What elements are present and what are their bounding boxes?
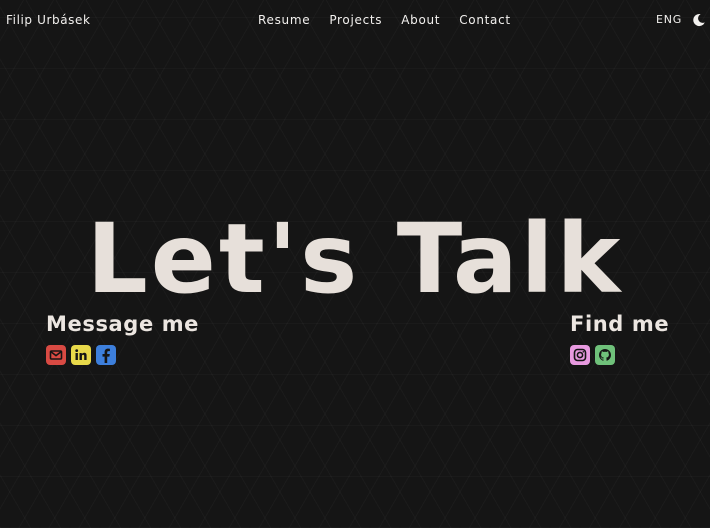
linkedin-button[interactable] [71,345,91,365]
nav-link-projects[interactable]: Projects [329,13,382,27]
linkedin-icon [75,349,87,360]
facebook-button[interactable] [96,345,116,365]
message-me-title: Message me [46,312,200,336]
brand-name[interactable]: Filip Urbásek [6,13,91,27]
language-switch[interactable]: ENG [656,13,682,26]
email-icon [49,350,63,360]
facebook-icon [102,348,110,363]
moon-icon [693,14,705,27]
theme-toggle-button[interactable] [692,12,706,27]
email-button[interactable] [46,345,66,365]
nav-link-contact[interactable]: Contact [459,13,511,27]
message-icons [46,345,116,365]
top-nav: Filip Urbásek Resume Projects About Cont… [0,0,710,40]
github-icon [599,349,611,361]
nav-link-about[interactable]: About [401,13,440,27]
main-menu: Resume Projects About Contact [258,13,530,27]
page-title: Let's Talk [86,203,624,316]
instagram-button[interactable] [570,345,590,365]
find-icons [570,345,615,365]
find-me-title: Find me [570,312,670,336]
instagram-icon [573,348,587,362]
github-button[interactable] [595,345,615,365]
nav-link-resume[interactable]: Resume [258,13,310,27]
